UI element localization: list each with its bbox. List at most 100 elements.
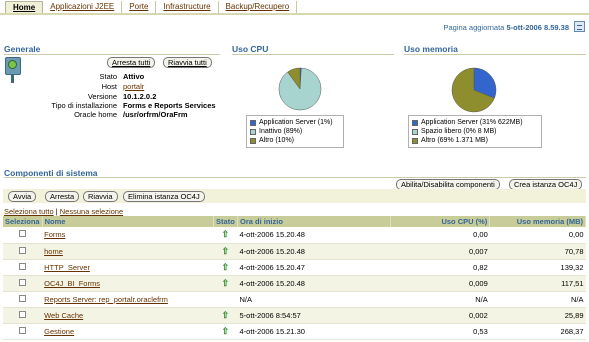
- memory-rule: [404, 54, 586, 55]
- cpu-legend-item: Altro (10%): [250, 136, 340, 145]
- cpu-legend-item: Application Server (1%): [250, 118, 340, 127]
- col-status[interactable]: Stato: [213, 216, 239, 227]
- refresh-icon[interactable]: [574, 21, 585, 32]
- version-value: 10.1.2.0.2: [123, 92, 157, 101]
- row-checkbox[interactable]: [19, 262, 26, 270]
- row-start-time: N/A: [237, 291, 391, 308]
- memory-pie-chart: [451, 67, 497, 113]
- row-cpu: 0,53: [390, 323, 490, 340]
- row-start-time: 4-ott-2006 15.20.48: [237, 275, 391, 292]
- row-memory: 25,89: [489, 307, 586, 324]
- row-select-cell: [3, 275, 43, 292]
- start-button[interactable]: Avvia: [8, 191, 37, 202]
- status-up-icon: ⇧: [221, 325, 230, 336]
- row-name-cell: home: [42, 243, 214, 260]
- row-status-cell: ⇧: [213, 227, 238, 244]
- memory-legend: Application Server (31% 622MB) Spazio li…: [408, 115, 542, 148]
- row-cpu: 0,00: [390, 227, 490, 244]
- component-link[interactable]: HTTP_Server: [44, 263, 90, 272]
- restart-button[interactable]: Riavvia: [83, 191, 118, 202]
- row-status-cell: ⇧: [213, 243, 238, 260]
- row-name-cell: OC4J_BI_Forms: [42, 275, 214, 292]
- component-link[interactable]: Forms: [44, 230, 65, 239]
- row-select-cell: [3, 291, 43, 308]
- row-checkbox[interactable]: [19, 278, 26, 286]
- row-name-cell: Web Cache: [42, 307, 214, 324]
- table-row: Reports Server: rep_portalr.oraclefrm N/A…: [3, 291, 586, 308]
- row-status-cell: ⇧: [213, 275, 238, 292]
- row-memory: 139,32: [489, 259, 586, 276]
- components-table-body: Forms ⇧ 4-ott-2006 15.20.48 0,00 0,00 home ⇧ 4-…: [3, 227, 586, 340]
- col-start-time[interactable]: Ora di inizio: [237, 216, 391, 227]
- oracle-home-value: /usr/orfrm/OraFrm: [123, 110, 188, 119]
- selection-links: Seleziona tutto | Nessuna selezione: [4, 207, 123, 216]
- install-type-value: Forms e Reports Services: [123, 101, 216, 110]
- host-link[interactable]: portalr: [123, 82, 144, 91]
- cpu-legend: Application Server (1%) Inattivo (89%) A…: [246, 115, 344, 148]
- status-up-icon: ⇧: [221, 309, 230, 320]
- legend-swatch: [412, 128, 418, 135]
- stop-all-button[interactable]: Arresta tutti: [107, 57, 156, 68]
- table-row: HTTP_Server ⇧ 4-ott-2006 15.20.47 0,82 139,3…: [3, 259, 586, 276]
- memory-legend-item: Spazio libero (0% 8 MB): [412, 127, 538, 136]
- col-cpu[interactable]: Uso CPU (%): [390, 216, 491, 227]
- row-select-cell: [3, 227, 43, 244]
- row-checkbox[interactable]: [19, 310, 26, 318]
- row-cpu: 0,82: [390, 259, 490, 276]
- row-memory: N/A: [489, 291, 586, 308]
- row-checkbox[interactable]: [19, 326, 26, 334]
- legend-swatch: [412, 119, 418, 126]
- row-select-cell: [3, 323, 43, 340]
- selection-separator: |: [55, 207, 58, 216]
- status-label: Stato: [99, 72, 117, 81]
- row-start-time: 4-ott-2006 15.20.48: [237, 227, 391, 244]
- row-name-cell: Forms: [42, 227, 214, 244]
- row-checkbox[interactable]: [19, 294, 26, 302]
- row-name-cell: Reports Server: rep_portalr.oraclefrm: [42, 291, 214, 308]
- component-link[interactable]: Gestione: [44, 327, 74, 336]
- col-name[interactable]: Nome: [42, 216, 215, 227]
- component-link[interactable]: OC4J_BI_Forms: [44, 279, 100, 288]
- general-rule: [4, 54, 220, 55]
- page-updated-label: Pagina aggiornata: [443, 23, 505, 32]
- component-link[interactable]: Web Cache: [44, 311, 83, 320]
- row-checkbox[interactable]: [19, 246, 26, 254]
- col-memory[interactable]: Uso memoria (MB): [489, 216, 586, 227]
- page-updated-value: 5-ott-2006 8.59.38: [506, 23, 569, 32]
- row-status-cell: ⇧: [213, 259, 238, 276]
- row-select-cell: [3, 243, 43, 260]
- components-rule: [4, 177, 586, 178]
- components-table: Seleziona Nome Stato Ora di inizio Uso C…: [3, 216, 586, 340]
- table-row: OC4J_BI_Forms ⇧ 4-ott-2006 15.20.48 0,009 11…: [3, 275, 586, 292]
- select-none-link[interactable]: Nessuna selezione: [60, 207, 123, 216]
- legend-swatch: [412, 137, 418, 144]
- host-value[interactable]: portalr: [123, 82, 144, 91]
- component-link[interactable]: Reports Server: rep_portalr.oraclefrm: [44, 295, 168, 304]
- component-link[interactable]: home: [44, 247, 63, 256]
- legend-swatch: [250, 119, 256, 126]
- col-select: Seleziona: [3, 216, 43, 227]
- status-up-icon: ⇧: [221, 245, 230, 256]
- table-header-row: Seleziona Nome Stato Ora di inizio Uso C…: [3, 216, 586, 227]
- memory-title: Uso memoria: [404, 44, 458, 54]
- tab-divider: [0, 13, 589, 15]
- row-memory: 0,00: [489, 227, 586, 244]
- delete-oc4j-instance-button[interactable]: Elimina istanza OC4J: [123, 191, 205, 202]
- table-row: home ⇧ 4-ott-2006 15.20.48 0,007 70,78: [3, 243, 586, 260]
- row-checkbox[interactable]: [19, 230, 26, 238]
- status-value: Attivo: [123, 72, 145, 81]
- memory-legend-item: Application Server (31% 622MB): [412, 118, 538, 127]
- general-title: Generale: [4, 44, 41, 54]
- page-updated: Pagina aggiornata 5-ott-2006 8.59.38: [443, 23, 569, 32]
- row-cpu: N/A: [390, 291, 490, 308]
- stop-button[interactable]: Arresta: [45, 191, 80, 202]
- row-start-time: 5-ott-2006 8:54:57: [237, 307, 391, 324]
- select-all-link[interactable]: Seleziona tutto: [4, 207, 54, 216]
- host-label: Host: [101, 82, 117, 91]
- restart-all-button[interactable]: Riavvia tutti: [163, 57, 212, 68]
- cpu-title: Uso CPU: [232, 44, 269, 54]
- row-start-time: 4-ott-2006 15.21.30: [237, 323, 391, 340]
- row-start-time: 4-ott-2006 15.20.47: [237, 259, 391, 276]
- cpu-legend-item: Inattivo (89%): [250, 127, 340, 136]
- row-start-time: 4-ott-2006 15.20.48: [237, 243, 391, 260]
